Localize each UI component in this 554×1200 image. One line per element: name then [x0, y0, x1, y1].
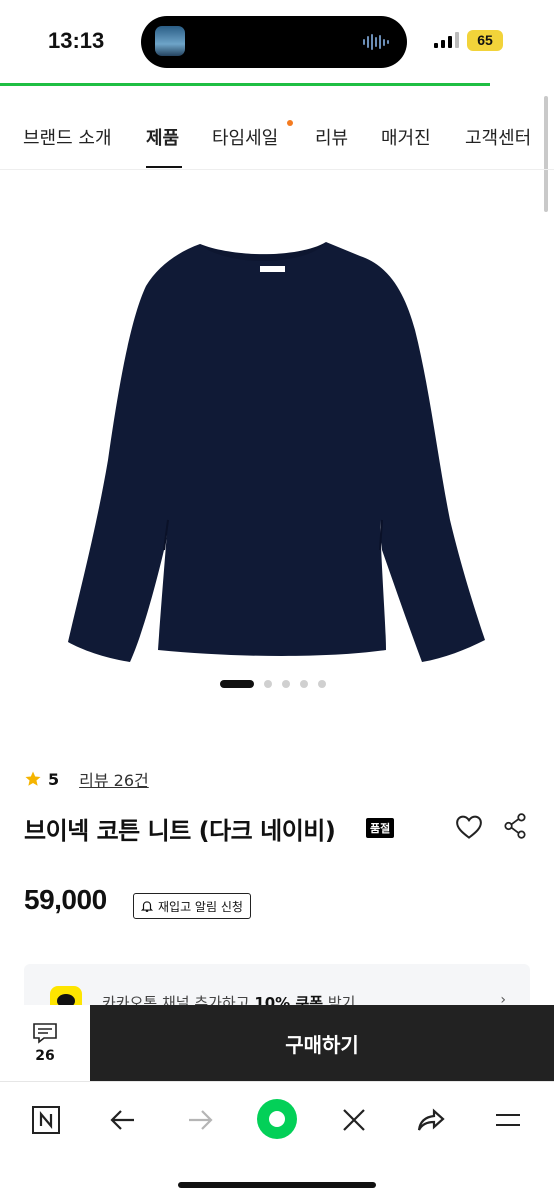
restock-alert-label: 재입고 알림 신청	[158, 899, 243, 914]
share-arrow-icon[interactable]	[411, 1102, 451, 1138]
audio-wave-icon	[363, 33, 389, 51]
heart-icon[interactable]	[454, 812, 484, 842]
gallery-dot[interactable]	[264, 680, 272, 688]
home-indicator	[178, 1182, 376, 1188]
gallery-dot[interactable]	[318, 680, 326, 688]
battery-indicator: 65	[467, 30, 503, 51]
nav-item-support[interactable]: 고객센터	[465, 124, 531, 150]
dynamic-island[interactable]	[141, 16, 407, 68]
bell-icon	[140, 901, 154, 912]
gallery-pagination	[220, 680, 326, 688]
gallery-dot[interactable]	[300, 680, 308, 688]
nav-active-underline	[146, 166, 182, 168]
share-icon[interactable]	[502, 812, 528, 840]
green-home-icon[interactable]	[256, 1098, 298, 1140]
back-arrow-icon[interactable]	[103, 1102, 143, 1138]
forward-arrow-icon[interactable]	[180, 1102, 220, 1138]
product-price: 59,000	[24, 884, 107, 915]
nav-item-products[interactable]: 제품	[146, 124, 179, 150]
new-badge-dot	[287, 120, 293, 126]
now-playing-thumbnail	[155, 26, 185, 56]
gallery-dot-active[interactable]	[220, 680, 254, 688]
review-count: 26	[35, 1048, 55, 1064]
review-count-link[interactable]: 리뷰 26건	[79, 767, 149, 791]
restock-alert-button[interactable]: 재입고 알림 신청	[133, 893, 251, 919]
cellular-signal-icon	[434, 32, 460, 48]
buy-button[interactable]: 구매하기	[90, 1005, 554, 1081]
close-icon[interactable]	[334, 1102, 374, 1138]
status-time: 13:13	[48, 28, 105, 53]
gallery-dot[interactable]	[282, 680, 290, 688]
status-bar: 13:13 65	[0, 0, 554, 84]
category-nav: 브랜드 소개 제품 타임세일 리뷰 매거진 고객센터	[0, 86, 554, 170]
product-title: 브이넥 코튼 니트 (다크 네이비)	[24, 817, 336, 845]
star-icon	[25, 771, 41, 786]
product-image[interactable]	[60, 230, 490, 670]
nav-item-brand[interactable]: 브랜드 소개	[23, 124, 112, 150]
naver-n-icon[interactable]	[26, 1102, 66, 1138]
nav-item-reviews[interactable]: 리뷰	[315, 124, 348, 150]
soldout-badge: 품절	[366, 818, 395, 838]
review-shortcut-button[interactable]: 26	[0, 1005, 90, 1081]
rating-score: 5	[48, 769, 60, 789]
nav-item-magazine[interactable]: 매거진	[381, 124, 431, 150]
menu-icon[interactable]	[488, 1102, 528, 1138]
rating-row: 5 리뷰 26건	[24, 768, 149, 790]
comment-icon	[33, 1023, 57, 1044]
nav-item-timesale[interactable]: 타임세일	[212, 124, 278, 150]
purchase-bar: 26 구매하기	[0, 1005, 554, 1081]
